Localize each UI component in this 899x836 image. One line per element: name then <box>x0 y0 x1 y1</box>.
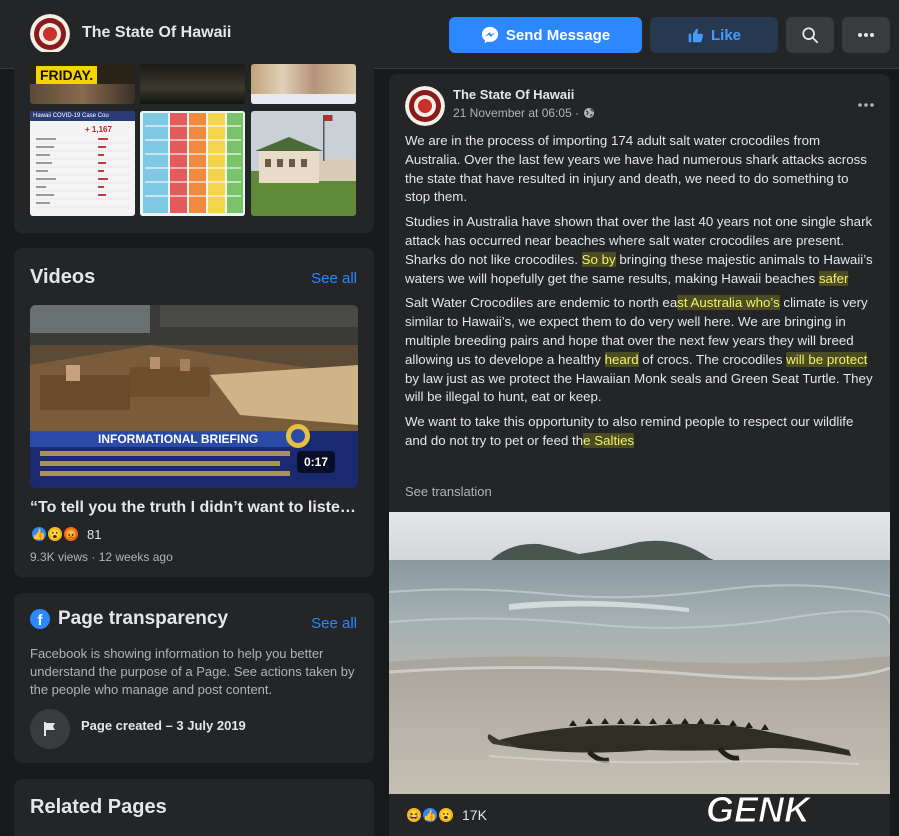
photo-thumb[interactable]: Hawaii COVID-19 Case Cou + 1,167 <box>30 111 135 216</box>
post-card: The State Of Hawaii 21 November at 06:05… <box>389 74 890 836</box>
send-message-button[interactable]: Send Message <box>449 17 642 53</box>
post-photo[interactable] <box>389 512 890 794</box>
case-count-title: Hawaii COVID-19 Case Cou <box>30 111 135 121</box>
post-text-segment: of crocs. The crocodiles <box>638 351 787 367</box>
angry-reaction-icon: 😡 <box>62 525 80 543</box>
highlighted-text: st Australia who’s <box>677 295 780 311</box>
highlighted-text: will be protect <box>786 351 868 367</box>
messenger-icon <box>481 26 498 44</box>
video-banner-text: INFORMATIONAL BRIEFING <box>98 432 258 446</box>
videos-heading: Videos <box>30 266 96 288</box>
genk-watermark-logo: GENK <box>700 789 890 831</box>
video-reactions[interactable]: 👍 😮 😡 81 <box>30 525 101 543</box>
page-title: The State Of Hawaii <box>82 24 232 41</box>
post-timestamp[interactable]: 21 November at 06:05 · <box>453 106 595 120</box>
highlighted-text: So by <box>581 251 616 267</box>
post-reaction-count: 17K <box>462 807 487 823</box>
related-pages-heading: Related Pages <box>30 796 167 818</box>
case-count-value: + 1,167 <box>85 125 112 134</box>
post-time-text: 21 November at 06:05 · <box>453 106 580 120</box>
photo-thumb[interactable]: FRIDAY. <box>30 64 135 104</box>
photos-card: FRIDAY. Hawaii COVID-19 Case Cou + 1,167 <box>14 52 374 233</box>
video-meta: 9.3K views · 12 weeks ago <box>30 550 173 564</box>
more-options-button[interactable] <box>842 17 890 53</box>
transparency-description: Facebook is showing information to help … <box>30 646 355 697</box>
more-icon <box>858 103 874 107</box>
globe-icon <box>584 108 595 118</box>
post-options-button[interactable] <box>858 94 874 112</box>
videos-see-all-link[interactable]: See all <box>311 270 357 287</box>
highlighted-text: e Salties <box>583 432 635 448</box>
color-chart-graphic <box>140 111 245 216</box>
post-author-avatar[interactable] <box>405 86 445 126</box>
watermark-text: GENK <box>706 790 813 830</box>
photo-thumb[interactable] <box>251 64 356 104</box>
photo-thumb[interactable] <box>140 111 245 216</box>
post-text-segment: Salt Water Crocodiles are endemic to nor… <box>405 295 678 311</box>
building-photo <box>251 111 356 216</box>
like-button[interactable]: Like <box>650 17 778 53</box>
post-paragraph: We want to take this opportunity to also… <box>405 413 877 451</box>
wow-reaction-icon: 😮 <box>437 806 455 824</box>
post-text: We are in the process of importing 174 a… <box>405 132 877 457</box>
case-count-table <box>34 138 130 208</box>
related-pages-card: Related Pages <box>14 779 374 836</box>
highlighted-text: safer <box>818 270 849 286</box>
page-transparency-card: f Page transparency See all Facebook is … <box>14 593 374 763</box>
page-avatar[interactable] <box>30 14 70 54</box>
flag-icon <box>30 709 70 749</box>
like-label: Like <box>710 26 741 44</box>
photo-caption: FRIDAY. <box>36 66 98 84</box>
photo-thumb[interactable] <box>140 64 245 104</box>
post-text-segment: by law just as we protect the Hawaiian M… <box>405 370 873 405</box>
see-translation-link[interactable]: See translation <box>405 484 492 499</box>
post-reactions[interactable]: 😆 👍 😮 17K <box>405 806 487 824</box>
highlighted-text: heard <box>604 351 639 367</box>
post-text-segment: We are in the process of importing 174 a… <box>405 133 867 205</box>
post-author-name[interactable]: The State Of Hawaii <box>453 87 574 102</box>
photo-thumb[interactable] <box>251 111 356 216</box>
send-message-label: Send Message <box>505 26 611 44</box>
search-button[interactable] <box>786 17 834 53</box>
video-title[interactable]: “To tell you the truth I didn’t want to … <box>30 499 360 517</box>
video-reaction-count: 81 <box>87 526 102 542</box>
crocodile-beach-photo <box>389 512 890 794</box>
video-thumbnail[interactable]: INFORMATIONAL BRIEFING 0:17 <box>30 305 358 488</box>
page-transparency-heading: Page transparency <box>58 608 229 629</box>
post-paragraph: We are in the process of importing 174 a… <box>405 132 877 207</box>
post-paragraph: Salt Water Crocodiles are endemic to nor… <box>405 294 877 407</box>
page-created-date: Page created – 3 July 2019 <box>81 718 246 733</box>
search-icon <box>802 27 819 44</box>
thumbs-up-icon <box>688 28 703 42</box>
more-icon <box>858 33 874 37</box>
transparency-see-all-link[interactable]: See all <box>311 615 357 632</box>
video-duration: 0:17 <box>297 451 336 473</box>
videos-card: Videos See all INFORMATIONAL BRIEFING 0:… <box>14 248 374 577</box>
post-paragraph: Studies in Australia have shown that ove… <box>405 213 877 288</box>
facebook-logo-icon: f <box>30 609 50 629</box>
